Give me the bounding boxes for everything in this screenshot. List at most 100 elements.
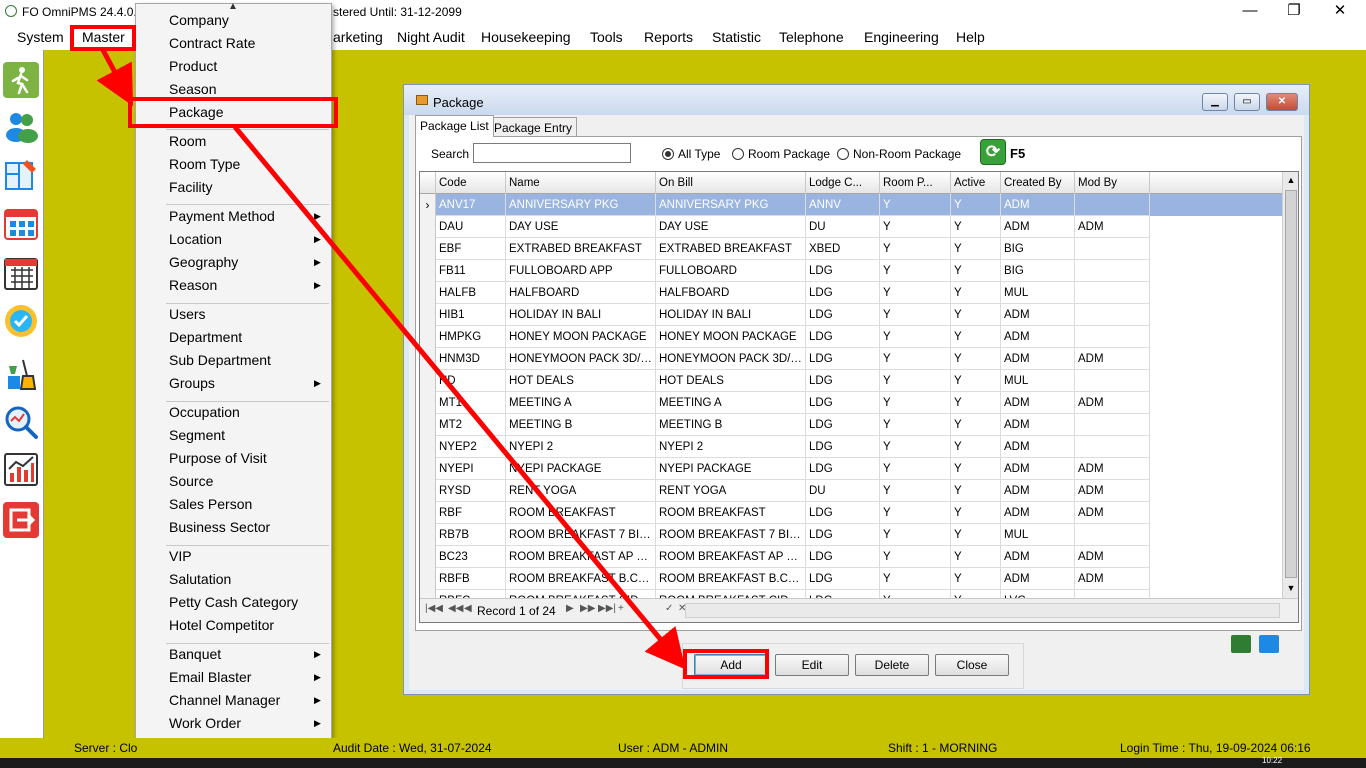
table-cell[interactable]: HOT DEALS — [506, 370, 656, 392]
table-cell[interactable]: HOT DEALS — [656, 370, 806, 392]
column-header-room-package[interactable]: Room P... — [880, 172, 951, 194]
filter-room-package-radio[interactable]: Room Package — [732, 147, 830, 161]
table-cell[interactable]: Y — [951, 238, 1001, 260]
table-cell[interactable]: MT1 — [436, 392, 506, 414]
row-indicator[interactable] — [420, 436, 436, 458]
table-cell[interactable]: Y — [880, 502, 951, 524]
table-cell[interactable]: RBFC — [436, 590, 506, 598]
table-cell[interactable] — [1075, 326, 1150, 348]
next-page-icon[interactable]: ▶▶ — [580, 603, 595, 614]
table-cell[interactable]: RB7B — [436, 524, 506, 546]
menu-tools[interactable]: Tools — [590, 29, 623, 45]
row-indicator[interactable] — [420, 348, 436, 370]
row-indicator[interactable] — [420, 370, 436, 392]
table-cell[interactable] — [1075, 260, 1150, 282]
table-cell[interactable]: Y — [951, 282, 1001, 304]
table-cell[interactable]: LDG — [806, 524, 880, 546]
table-cell[interactable]: HIB1 — [436, 304, 506, 326]
row-indicator[interactable] — [420, 260, 436, 282]
delete-record-icon[interactable]: − — [632, 603, 638, 614]
column-header-mod-by[interactable]: Mod By — [1075, 172, 1150, 194]
table-cell[interactable]: LDG — [806, 546, 880, 568]
print-icon[interactable] — [1259, 635, 1279, 653]
table-cell[interactable]: DAY USE — [506, 216, 656, 238]
add-record-icon[interactable]: + — [618, 603, 624, 614]
menu-item-sales-person[interactable]: Sales Person — [169, 496, 252, 512]
table-cell[interactable]: ANNIVERSARY PKG — [506, 194, 656, 216]
table-cell[interactable]: Y — [951, 546, 1001, 568]
table-cell[interactable]: DU — [806, 480, 880, 502]
table-cell[interactable]: MEETING A — [506, 392, 656, 414]
table-cell[interactable]: LVG — [1001, 590, 1075, 598]
table-cell[interactable]: ADM — [1075, 392, 1150, 414]
table-cell[interactable]: ADM — [1001, 568, 1075, 590]
table-cell[interactable]: NYEPI 2 — [656, 436, 806, 458]
table-cell[interactable]: XBED — [806, 238, 880, 260]
table-cell[interactable]: Y — [951, 458, 1001, 480]
table-cell[interactable] — [1075, 304, 1150, 326]
table-cell[interactable]: Y — [880, 304, 951, 326]
table-cell[interactable]: ROOM BREAKFAST AP BCO... — [656, 546, 806, 568]
edit-button[interactable]: Edit — [775, 654, 849, 676]
table-cell[interactable]: Y — [880, 590, 951, 598]
refresh-icon[interactable]: ⟳ — [980, 139, 1006, 165]
statistic-chart-icon[interactable] — [3, 451, 39, 487]
table-cell[interactable]: LDG — [806, 370, 880, 392]
table-cell[interactable]: ROOM BREAKFAST 7 BIDA... — [506, 524, 656, 546]
table-cell[interactable]: Y — [951, 348, 1001, 370]
menu-item-purpose-of-visit[interactable]: Purpose of Visit — [169, 450, 267, 466]
menu-engineering[interactable]: Engineering — [864, 29, 939, 45]
table-cell[interactable]: Y — [880, 458, 951, 480]
row-indicator[interactable] — [420, 392, 436, 414]
table-row[interactable]: NYEPI NYEPI PACKAGE NYEPI PACKAGE LDG Y Y ADM A… — [420, 458, 1282, 480]
row-indicator[interactable] — [420, 502, 436, 524]
table-cell[interactable]: HOLIDAY IN BALI — [656, 304, 806, 326]
table-cell[interactable] — [1075, 370, 1150, 392]
table-cell[interactable]: LDG — [806, 348, 880, 370]
table-row[interactable]: HALFB HALFBOARD HALFBOARD LDG Y Y MUL — [420, 282, 1282, 304]
table-row[interactable]: MT1 MEETING A MEETING A LDG Y Y ADM ADM — [420, 392, 1282, 414]
table-cell[interactable]: Y — [880, 194, 951, 216]
scroll-thumb[interactable] — [1285, 190, 1297, 578]
table-cell[interactable]: MUL — [1001, 282, 1075, 304]
menu-reports[interactable]: Reports — [644, 29, 693, 45]
guest-profile-icon[interactable] — [3, 108, 39, 144]
table-row[interactable]: RB7B ROOM BREAKFAST 7 BIDA... ROOM BREAKFA… — [420, 524, 1282, 546]
table-cell[interactable]: LDG — [806, 436, 880, 458]
row-indicator[interactable] — [420, 480, 436, 502]
table-cell[interactable]: Y — [880, 480, 951, 502]
table-cell[interactable]: ROOM BREAKFAST B.COM — [506, 568, 656, 590]
prev-record-icon[interactable]: ◀ — [464, 603, 472, 614]
menu-item-vip[interactable]: VIP — [169, 548, 192, 564]
table-cell[interactable]: NYEPI — [436, 458, 506, 480]
table-cell[interactable]: RENT YOGA — [656, 480, 806, 502]
menu-item-business-sector[interactable]: Business Sector — [169, 519, 270, 535]
filter-all-type-radio[interactable]: All Type — [662, 147, 720, 161]
row-indicator[interactable] — [420, 414, 436, 436]
table-cell[interactable]: HALFBOARD — [656, 282, 806, 304]
table-cell[interactable]: ADM — [1075, 458, 1150, 480]
row-indicator[interactable] — [420, 524, 436, 546]
table-cell[interactable]: HONEYMOON PACK 3D/2N — [506, 348, 656, 370]
table-cell[interactable]: ROOM BREAKFAST — [506, 502, 656, 524]
table-cell[interactable] — [1075, 282, 1150, 304]
menu-item-location[interactable]: Location — [169, 231, 222, 247]
menu-item-segment[interactable]: Segment — [169, 427, 225, 443]
table-cell[interactable]: BC23 — [436, 546, 506, 568]
table-cell[interactable]: ADM — [1001, 436, 1075, 458]
table-cell[interactable]: MEETING A — [656, 392, 806, 414]
table-cell[interactable]: ADM — [1001, 502, 1075, 524]
menu-scroll-up-icon[interactable]: ▲ — [228, 1, 238, 12]
row-indicator[interactable] — [420, 568, 436, 590]
prev-page-icon[interactable]: ◀◀ — [448, 603, 463, 614]
table-cell[interactable]: RBF — [436, 502, 506, 524]
table-cell[interactable]: RYSD — [436, 480, 506, 502]
table-cell[interactable]: ROOM BREAKFAST — [656, 502, 806, 524]
column-header-on-bill[interactable]: On Bill — [656, 172, 806, 194]
table-cell[interactable]: LDG — [806, 590, 880, 598]
table-cell[interactable] — [1075, 590, 1150, 598]
table-cell[interactable]: ROOM BREAKFAST B.COM — [656, 568, 806, 590]
table-cell[interactable]: MEETING B — [506, 414, 656, 436]
table-cell[interactable]: HALFB — [436, 282, 506, 304]
first-page-icon[interactable]: |◀◀ — [425, 603, 443, 614]
